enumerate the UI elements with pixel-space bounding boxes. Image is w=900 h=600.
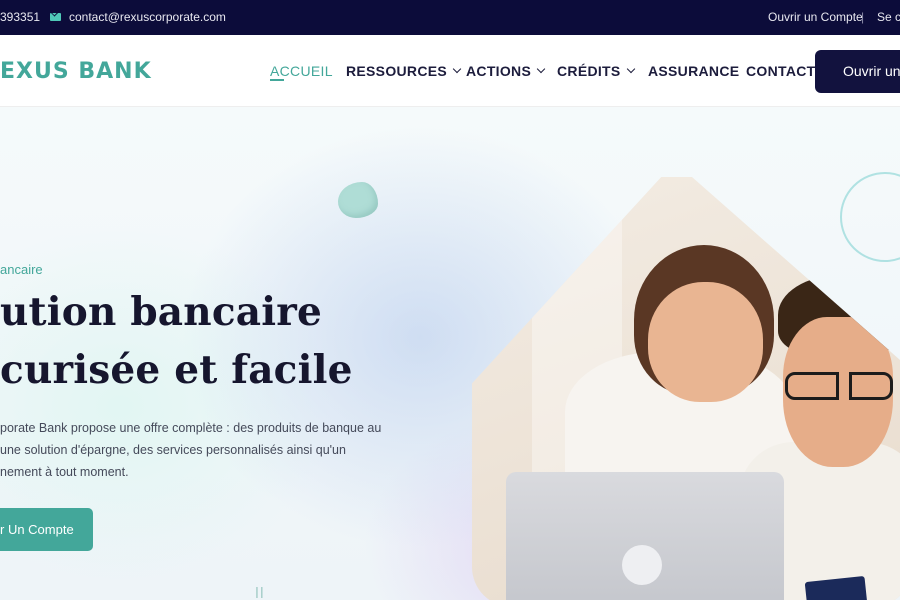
- top-bar: 393351 contact@rexuscorporate.com Ouvrir…: [0, 0, 900, 35]
- hero-section: ancaire ution bancaire curisée et facile…: [0, 107, 900, 600]
- nav-item-ressources[interactable]: RESSOURCES: [346, 63, 462, 79]
- main-header: EXUS BANK ACCUEIL RESSOURCES ACTIONS CRÉ…: [0, 35, 900, 107]
- hero-title-line-2: curisée et facile: [0, 347, 353, 393]
- decorative-ring-icon: [840, 172, 900, 262]
- nav-item-label: ASSURANCE: [648, 63, 740, 79]
- chevron-down-icon: [626, 64, 635, 74]
- hero-eyebrow: ancaire: [0, 262, 43, 277]
- login-link[interactable]: Se co: [877, 10, 900, 24]
- hero-description-line: porate Bank propose une offre complète :…: [0, 421, 382, 435]
- nav-item-label: ACTIONS: [466, 63, 532, 79]
- open-account-link[interactable]: Ouvrir un Compte: [768, 10, 863, 24]
- email-contact[interactable]: contact@rexuscorporate.com: [50, 10, 226, 24]
- nav-item-credits[interactable]: CRÉDITS: [557, 63, 635, 79]
- hero-photo: [472, 177, 900, 600]
- nav-item-label: CONTACT: [746, 63, 816, 79]
- nav-item-accueil[interactable]: ACCUEIL: [270, 63, 333, 81]
- decorative-dots-icon: ⅼⅼ: [255, 585, 265, 600]
- topbar-separator: |: [861, 10, 865, 24]
- nav-item-actions[interactable]: ACTIONS: [466, 63, 546, 79]
- decorative-blob-icon: [338, 182, 378, 218]
- nav-item-contact[interactable]: CONTACT: [746, 63, 816, 79]
- hero-description: porate Bank propose une offre complète :…: [0, 417, 382, 483]
- nav-item-label: CRÉDITS: [557, 63, 621, 79]
- phone-number[interactable]: 393351: [0, 10, 40, 24]
- hero-description-line: une solution d'épargne, des services per…: [0, 443, 346, 457]
- nav-item-label: ACCUEIL: [270, 63, 333, 79]
- nav-item-assurance[interactable]: ASSURANCE: [648, 63, 739, 79]
- chevron-down-icon: [536, 64, 546, 74]
- laptop-logo-icon: [622, 545, 662, 585]
- hero-title-line-1: ution bancaire: [0, 289, 323, 335]
- chevron-down-icon: [452, 64, 462, 74]
- mail-icon: [50, 13, 61, 21]
- email-text[interactable]: contact@rexuscorporate.com: [69, 10, 226, 24]
- woman-face: [648, 282, 763, 402]
- hero-description-line: nement à tout moment.: [0, 465, 129, 479]
- glasses-icon: [785, 372, 893, 400]
- nav-item-label: RESSOURCES: [346, 63, 448, 79]
- bank-logo[interactable]: EXUS BANK: [0, 59, 152, 84]
- open-account-button[interactable]: Ouvrir un C: [815, 50, 900, 93]
- hero-open-account-button[interactable]: r Un Compte: [0, 508, 93, 551]
